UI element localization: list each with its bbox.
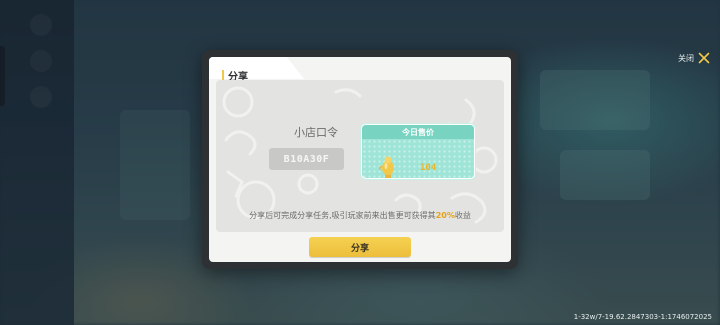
shop-code-label: 小店口令 [294,126,338,139]
today-price-card: 今日售价 104 [361,124,475,179]
golden-trophy-icon [379,156,394,178]
price-card-header: 今日售价 [362,125,474,139]
dialog-body: 分享 小店口令 B10A30F 今日售价 104 分享后可完成分享任务,吸引玩家… [209,57,511,262]
content-panel: 小店口令 B10A30F 今日售价 104 分享后可完成分享任务,吸引玩家前来出… [216,80,504,232]
build-info: 1-32w/7-19.62.2847303-1:1746072025 [573,313,712,321]
close-button[interactable]: 关闭 [678,52,710,64]
shop-code-value[interactable]: B10A30F [269,148,344,170]
close-icon[interactable] [698,52,710,64]
description-suffix: 收益 [454,211,471,220]
price-card-body: 104 [362,139,474,178]
price-card-title: 今日售价 [402,127,434,137]
description-text: 分享后可完成分享任务,吸引玩家前来出售更可获得其 [249,211,436,220]
close-label: 关闭 [678,53,694,63]
price-value: 104 [420,163,437,173]
reward-percentage: 20% [435,211,455,220]
share-dialog: 分享 小店口令 B10A30F 今日售价 104 分享后可完成分享任务,吸引玩家… [202,50,518,269]
share-description: 分享后可完成分享任务,吸引玩家前来出售更可获得其20%收益 [216,210,504,221]
share-button[interactable]: 分享 [309,237,411,257]
